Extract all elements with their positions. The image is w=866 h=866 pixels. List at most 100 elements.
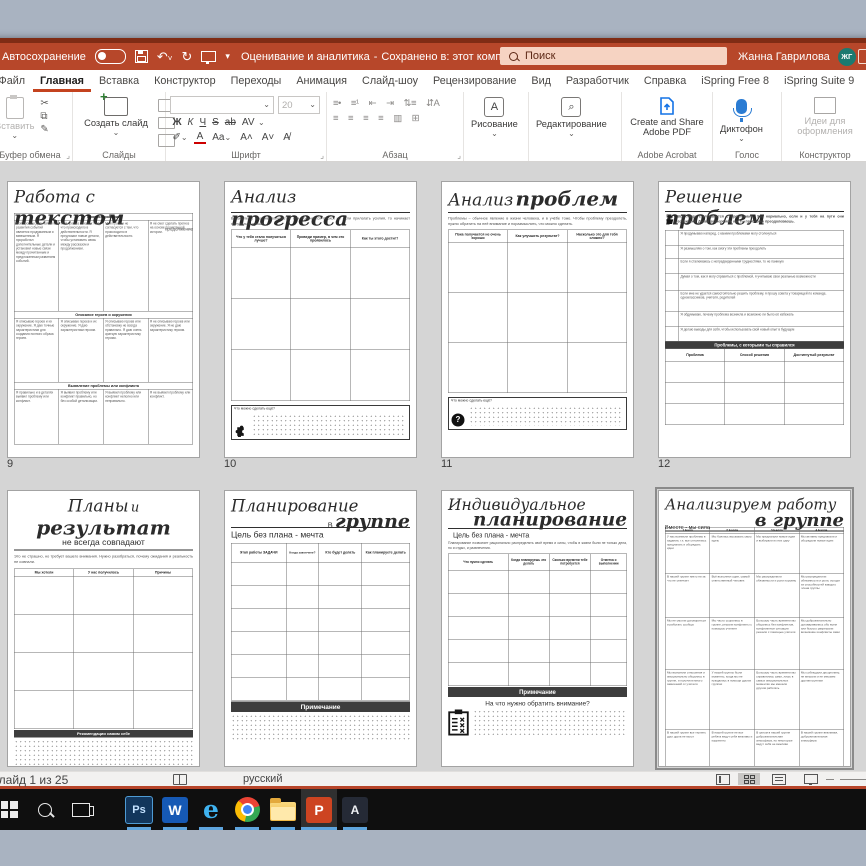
start-button[interactable] — [0, 789, 27, 830]
justify-icon[interactable]: ≡ — [376, 113, 385, 124]
taskbar-acrobat[interactable]: A — [337, 789, 373, 830]
align-right-icon[interactable]: ≡ — [361, 113, 370, 124]
slide-thumbnail-14[interactable]: Планирование В группе Цель без плана - м… — [224, 490, 417, 767]
rubric-cell: Я правильно и в деталях выявил проблему … — [14, 389, 59, 444]
tab-view[interactable]: Вид — [524, 70, 559, 92]
paste-button[interactable]: Вставить ⌄ — [0, 96, 37, 147]
highlight-color-button[interactable]: ✐⌄ — [170, 132, 190, 143]
customize-qat-icon[interactable]: ▾ — [225, 52, 230, 61]
dictaphone-button[interactable]: Диктофон ⌄ — [717, 96, 766, 147]
clear-formatting-button[interactable]: А̸ — [281, 132, 293, 143]
tab-transitions[interactable]: Переходы — [223, 70, 289, 92]
align-center-icon[interactable]: ≡ — [346, 113, 355, 124]
slideshow-view-button[interactable] — [800, 773, 822, 785]
slide-thumbnail-13[interactable]: Планы и результат не всегда совпадают Эт… — [7, 490, 200, 767]
slide-thumbnail-16[interactable]: Анализируем работу Вместе - мы сила в гр… — [658, 490, 851, 767]
smartart-icon[interactable]: ⊞ — [410, 113, 421, 124]
new-slide-button[interactable]: Создать слайд ⌄ — [77, 96, 155, 147]
slide-thumbnail-10[interactable]: Анализ прогресса В начале, у всех не пол… — [224, 181, 417, 458]
numbering-icon[interactable]: ≡¹ — [349, 98, 361, 109]
zoom-slider[interactable] — [840, 779, 866, 780]
language-indicator[interactable]: русский — [243, 773, 282, 785]
paragraph-dialog-launcher[interactable]: ⌟ — [457, 151, 461, 160]
shrink-font-button[interactable]: А˅ — [259, 132, 277, 143]
create-pdf-button[interactable]: Create and Share Adobe PDF — [626, 96, 708, 147]
slide-thumbnail-11[interactable]: Анализ проблем Проблемы – обычное явлени… — [441, 181, 634, 458]
tab-design[interactable]: Конструктор — [147, 70, 224, 92]
decrease-indent-icon[interactable]: ⇤ — [367, 98, 378, 109]
tab-developer[interactable]: Разработчик — [558, 70, 636, 92]
slide-sorter-view-button[interactable] — [738, 773, 760, 785]
change-case-button[interactable]: Aa⌄ — [210, 132, 234, 143]
line-spacing-icon[interactable]: ⇅≡ — [402, 98, 419, 109]
table-header: Этап работы ЗАДАЧИ — [231, 543, 286, 562]
document-title[interactable]: Оценивание и аналитика - Сохранено в: эт… — [241, 43, 540, 70]
taskbar-search-button[interactable] — [27, 789, 63, 830]
tab-animations[interactable]: Анимация — [289, 70, 355, 92]
task-view-button[interactable] — [63, 789, 99, 830]
columns-icon[interactable]: ▥ — [391, 113, 403, 124]
editing-button[interactable]: ⌕ Редактирование ⌄ — [533, 96, 610, 147]
text-direction-icon[interactable]: ⇵А — [424, 98, 441, 109]
rubric-cell: У нас возникли проблемы в задании, т.к. … — [665, 534, 710, 574]
tab-ispring-suite[interactable]: iSpring Suite 9 — [777, 70, 862, 92]
taskbar-powerpoint-active[interactable]: P — [301, 789, 337, 830]
taskbar-photoshop[interactable]: Ps — [121, 789, 157, 830]
copy-icon[interactable]: ⧉ — [40, 111, 48, 122]
font-size-select[interactable]: 20⌄ — [278, 96, 320, 114]
bold-button[interactable]: Ж — [170, 117, 184, 128]
redo-icon[interactable]: ↻ — [181, 50, 192, 63]
tab-ispring-free[interactable]: iSpring Free 8 — [694, 70, 777, 92]
strikethrough-button[interactable]: S — [210, 117, 222, 128]
increase-indent-icon[interactable]: ⇥ — [384, 98, 395, 109]
search-box[interactable]: Поиск — [500, 47, 727, 65]
tab-review[interactable]: Рецензирование — [426, 70, 524, 92]
tab-file[interactable]: Файл — [0, 70, 33, 92]
underline-button[interactable]: Ч — [197, 117, 209, 128]
puzzle-icon — [234, 424, 247, 437]
font-color-button[interactable]: А — [194, 131, 206, 144]
tab-help[interactable]: Справка — [636, 70, 693, 92]
font-dialog-launcher[interactable]: ⌟ — [320, 151, 324, 160]
bullets-icon[interactable]: ≡• — [331, 98, 343, 109]
new-slide-label: Создать слайд — [80, 118, 152, 128]
design-ideas-button[interactable]: Идеи для оформления — [786, 96, 864, 147]
tab-home[interactable]: Главная — [33, 70, 92, 92]
table-header: Что нужно сделать — [448, 554, 508, 571]
windows-logo-icon — [1, 801, 18, 818]
account-area[interactable]: Жанна Гаврилова ЖГ — [738, 43, 856, 70]
slide-intro: Это не страшно, но требует вашего вниман… — [14, 554, 193, 565]
slide-thumbnail-9[interactable]: Работа с текстом продолжение Прогнозиров… — [7, 181, 200, 458]
align-left-icon[interactable]: ≡ — [331, 113, 340, 124]
cut-icon[interactable]: ✂ — [40, 98, 48, 109]
slide-thumbnail-12[interactable]: Решение проблем Все люди сталкиваются с … — [658, 181, 851, 458]
clipboard-dialog-launcher[interactable]: ⌟ — [66, 151, 70, 160]
avatar[interactable]: ЖГ — [838, 48, 856, 66]
rubric-cell: Большую часть времени мы общались без ко… — [755, 618, 800, 670]
taskbar-edge[interactable]: e — [193, 789, 229, 830]
font-name-select[interactable]: ⌄ — [170, 96, 274, 114]
shadow-button[interactable]: ab — [222, 117, 238, 128]
save-icon[interactable] — [135, 50, 148, 63]
italic-button[interactable]: К — [185, 117, 196, 128]
taskbar-word[interactable]: W — [157, 789, 193, 830]
zoom-out-button[interactable] — [826, 779, 834, 780]
rubric-cell: Я не смог сделать прогноз на основе проч… — [148, 220, 193, 311]
drawing-button[interactable]: A Рисование ⌄ — [468, 96, 521, 147]
normal-view-button[interactable] — [712, 773, 734, 785]
taskbar-chrome[interactable] — [229, 789, 265, 830]
tab-slideshow[interactable]: Слайд-шоу — [355, 70, 426, 92]
autosave-toggle[interactable] — [95, 49, 126, 64]
taskbar-file-explorer[interactable] — [265, 789, 301, 830]
reading-view-button[interactable] — [768, 773, 790, 785]
grow-font-button[interactable]: А˄ — [238, 132, 256, 143]
undo-icon[interactable]: ↶˅ — [157, 50, 173, 63]
slide-thumbnail-15[interactable]: Индивидуальное планирование Цель без пла… — [441, 490, 634, 767]
start-slideshow-icon[interactable] — [201, 51, 216, 62]
title-bar: Автосохранение ↶˅ ↻ ▾ Оценивание и анали… — [0, 43, 866, 70]
group-font: ⌄ 20⌄ Ж К Ч S ab AV ⌄ ✐⌄ А Aa⌄ А˄ А˅ А̸ — [166, 92, 327, 161]
character-spacing-button[interactable]: AV — [239, 117, 257, 128]
format-painter-icon[interactable]: ✎ — [40, 124, 48, 135]
ribbon-options-icon[interactable] — [858, 49, 866, 64]
spellcheck-icon[interactable] — [173, 774, 187, 785]
